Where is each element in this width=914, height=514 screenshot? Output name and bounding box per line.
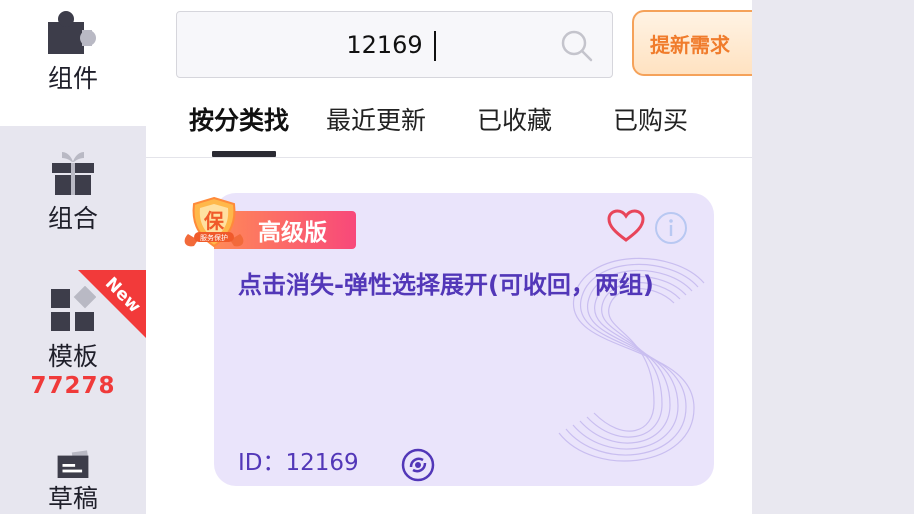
tab-purchased[interactable]: 已购买 [613, 104, 688, 138]
left-sidebar: 组件 组合 模板 77278 New 草稿 [0, 0, 146, 514]
search-input[interactable] [177, 12, 612, 77]
component-card[interactable]: 高级版 点击消失-弹性选择展开(可收回，两组) ID：12169 [214, 193, 714, 486]
sidebar-item-label: 模板 [47, 342, 98, 371]
main-panel: 提新需求 按分类找 最近更新 已收藏 已购买 高级版 点 [146, 0, 762, 514]
sidebar-item-drafts[interactable]: 草稿 [0, 450, 146, 514]
gift-icon [52, 152, 94, 195]
sidebar-item-label: 组合 [47, 204, 98, 233]
heart-icon[interactable] [607, 209, 645, 243]
right-background [752, 0, 914, 514]
tab-recent-updates[interactable]: 最近更新 [326, 104, 426, 138]
component-id: ID：12169 [238, 450, 359, 476]
share-swirl-icon[interactable] [401, 448, 435, 482]
active-tab-indicator [212, 151, 276, 157]
guarantee-seal-text: 保 [203, 209, 225, 233]
category-tabs: 按分类找 最近更新 已收藏 已购买 [146, 96, 752, 158]
guarantee-seal-subtext: 服务保护 [200, 233, 228, 242]
sidebar-item-label: 草稿 [47, 484, 98, 513]
new-badge: New [78, 270, 146, 338]
sidebar-item-components[interactable]: 组件 [0, 0, 146, 126]
search-box [176, 11, 613, 78]
template-count: 77278 [30, 373, 116, 399]
sidebar-item-templates[interactable]: 模板 77278 New [0, 270, 146, 420]
sidebar-item-combos[interactable]: 组合 [0, 150, 146, 250]
tab-favorited[interactable]: 已收藏 [477, 104, 552, 138]
sidebar-item-label: 组件 [47, 64, 98, 93]
text-caret [434, 31, 436, 61]
guarantee-seal-icon: 保 服务保护 [184, 196, 244, 248]
puzzle-icon [48, 11, 96, 54]
tab-by-category[interactable]: 按分类找 [189, 104, 289, 138]
card-title: 点击消失-弹性选择展开(可收回，两组) [238, 271, 654, 299]
info-icon[interactable] [654, 211, 688, 245]
draft-folder-icon [57, 450, 89, 478]
submit-request-button[interactable]: 提新需求 [632, 10, 762, 76]
search-icon[interactable] [560, 29, 594, 63]
